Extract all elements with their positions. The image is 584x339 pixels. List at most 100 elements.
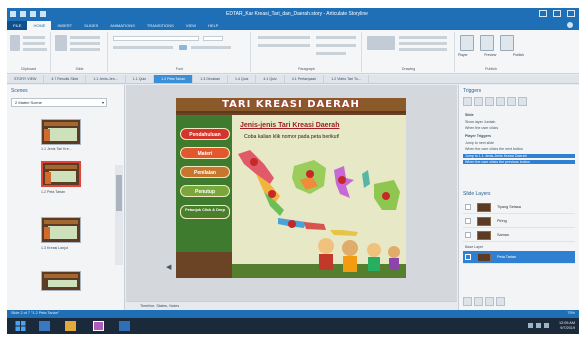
- clock[interactable]: 12:05 AM 9/7/2019: [559, 321, 575, 331]
- slide-tab[interactable]: 1.2 Video Tari Tu...: [324, 75, 370, 83]
- font-style-buttons[interactable]: [113, 46, 173, 49]
- layer-row[interactable]: Tiyang Selasa: [463, 201, 575, 214]
- shape-effect-button[interactable]: [399, 48, 447, 51]
- map-marker[interactable]: [338, 176, 346, 184]
- paste-button[interactable]: [10, 35, 20, 51]
- storyline-app-icon[interactable]: [93, 321, 104, 331]
- save-icon[interactable]: [20, 11, 26, 17]
- shapes-gallery[interactable]: [367, 36, 395, 50]
- duplicate-layer-icon[interactable]: [474, 297, 483, 306]
- scenes-scrollbar[interactable]: [115, 165, 123, 265]
- speaker-icon[interactable]: ◀: [166, 263, 174, 271]
- slide-tab[interactable]: 1.1 Jenis-Jen...: [86, 75, 126, 83]
- windows-start-icon[interactable]: [15, 321, 26, 331]
- tab-view[interactable]: VIEW: [180, 21, 202, 30]
- map-marker[interactable]: [250, 158, 258, 166]
- timeline-bar[interactable]: Timeline, States, Notes: [126, 301, 457, 310]
- slide-thumbnail[interactable]: [41, 217, 81, 243]
- slide-tab[interactable]: 1.4 Quiz: [228, 75, 257, 83]
- font-family-select[interactable]: [113, 36, 199, 41]
- slide-tab[interactable]: 1.1 Quiz: [126, 75, 155, 83]
- align-text-button[interactable]: [316, 44, 356, 47]
- layer-visibility-checkbox[interactable]: [465, 218, 471, 224]
- layer-visibility-checkbox[interactable]: [465, 232, 471, 238]
- menu-button-penutup[interactable]: Penutup: [180, 185, 230, 197]
- new-layer-icon[interactable]: [463, 297, 472, 306]
- menu-button-penilaian[interactable]: Penilaian: [180, 166, 230, 178]
- shape-outline-button[interactable]: [399, 42, 447, 45]
- tab-transitions[interactable]: TRANSITIONS: [141, 21, 180, 30]
- new-trigger-icon[interactable]: [463, 97, 472, 106]
- player-button[interactable]: [460, 35, 474, 51]
- new-slide-button[interactable]: [55, 35, 67, 51]
- slide-thumbnail[interactable]: [41, 271, 81, 291]
- folder-icon[interactable]: [65, 321, 76, 331]
- layout-button[interactable]: [70, 48, 100, 51]
- maluku[interactable]: [362, 170, 370, 188]
- help-icon[interactable]: [567, 22, 573, 28]
- menu-button-petunjuk[interactable]: Petunjuk Click & Drop: [180, 205, 230, 219]
- list-buttons[interactable]: [258, 36, 310, 39]
- move-up-icon[interactable]: [507, 97, 516, 106]
- duplicate-button[interactable]: [70, 42, 100, 45]
- layer-visibility-checkbox[interactable]: [465, 254, 471, 260]
- trigger-line[interactable]: When the user clicks the next button: [465, 147, 523, 151]
- slide-tab[interactable]: STORY VIEW: [7, 75, 45, 83]
- network-icon[interactable]: [528, 323, 533, 328]
- menu-button-materi[interactable]: Materi: [180, 147, 230, 159]
- volume-icon[interactable]: [536, 323, 541, 328]
- redo-icon[interactable]: [40, 11, 46, 17]
- cut-button[interactable]: [23, 36, 45, 39]
- slide-tab[interactable]: 4.7 Results Slide: [44, 75, 87, 83]
- copy-button[interactable]: [23, 42, 45, 45]
- undo-icon[interactable]: [30, 11, 36, 17]
- font-size-select[interactable]: [203, 36, 223, 41]
- base-layer-row[interactable]: Peta Tarian: [463, 251, 575, 264]
- map-marker[interactable]: [288, 220, 296, 228]
- layer-row[interactable]: Saman: [463, 229, 575, 242]
- trigger-line[interactable]: When the user clicks: [465, 126, 498, 130]
- slide-thumbnail[interactable]: [41, 119, 81, 145]
- move-down-icon[interactable]: [518, 97, 527, 106]
- trigger-line-selected[interactable]: When the user clicks the previous button: [463, 160, 575, 164]
- autofit-button[interactable]: [316, 52, 346, 55]
- text-direction-button[interactable]: [316, 36, 356, 39]
- scene-dropdown[interactable]: 2 Materi Scene ▾: [11, 98, 107, 107]
- zoom-level[interactable]: 75%: [567, 311, 575, 315]
- map-marker[interactable]: [268, 190, 276, 198]
- battery-icon[interactable]: [544, 323, 549, 328]
- sumatra-north[interactable]: [238, 150, 274, 184]
- preview-button[interactable]: [480, 35, 494, 51]
- align-buttons[interactable]: [258, 44, 310, 47]
- menu-button-pendahuluan[interactable]: Pendahuluan: [180, 128, 230, 140]
- tab-animations[interactable]: ANIMATIONS: [104, 21, 141, 30]
- publish-button[interactable]: [500, 35, 514, 51]
- layer-row[interactable]: Piring: [463, 215, 575, 228]
- tab-home[interactable]: HOME: [27, 21, 52, 30]
- delete-layer-icon[interactable]: [485, 297, 494, 306]
- tab-file[interactable]: FILE: [7, 21, 28, 30]
- layer-properties-icon[interactable]: [496, 297, 505, 306]
- tab-insert[interactable]: INSERT: [51, 21, 78, 30]
- app-icon[interactable]: [119, 321, 130, 331]
- insert-slide-button[interactable]: [70, 36, 100, 39]
- delete-trigger-icon[interactable]: [496, 97, 505, 106]
- format-painter-button[interactable]: [23, 48, 47, 51]
- layer-visibility-checkbox[interactable]: [465, 204, 471, 210]
- minimize-button[interactable]: [539, 10, 547, 17]
- trigger-line-selected[interactable]: Jump to 1.1 Jenis-Jenis Kreasi Daerah: [463, 154, 575, 158]
- file-explorer-icon[interactable]: [39, 321, 50, 331]
- tab-slides[interactable]: SLIDES: [78, 21, 104, 30]
- trigger-line[interactable]: Jump to next slide: [465, 141, 494, 145]
- close-button[interactable]: [567, 10, 575, 17]
- slide-thumbnail-selected[interactable]: [41, 161, 81, 187]
- slide-tab[interactable]: 4.1 Pertanyaan: [285, 75, 325, 83]
- map-marker[interactable]: [306, 170, 314, 178]
- shape-fill-button[interactable]: [399, 36, 447, 39]
- slide-tab[interactable]: 1.3 Gerakan: [193, 75, 228, 83]
- trigger-line[interactable]: Show layer Jumlah: [465, 120, 495, 124]
- copy-trigger-icon[interactable]: [485, 97, 494, 106]
- map-marker[interactable]: [382, 192, 390, 200]
- tab-help[interactable]: HELP: [202, 21, 224, 30]
- edit-trigger-icon[interactable]: [474, 97, 483, 106]
